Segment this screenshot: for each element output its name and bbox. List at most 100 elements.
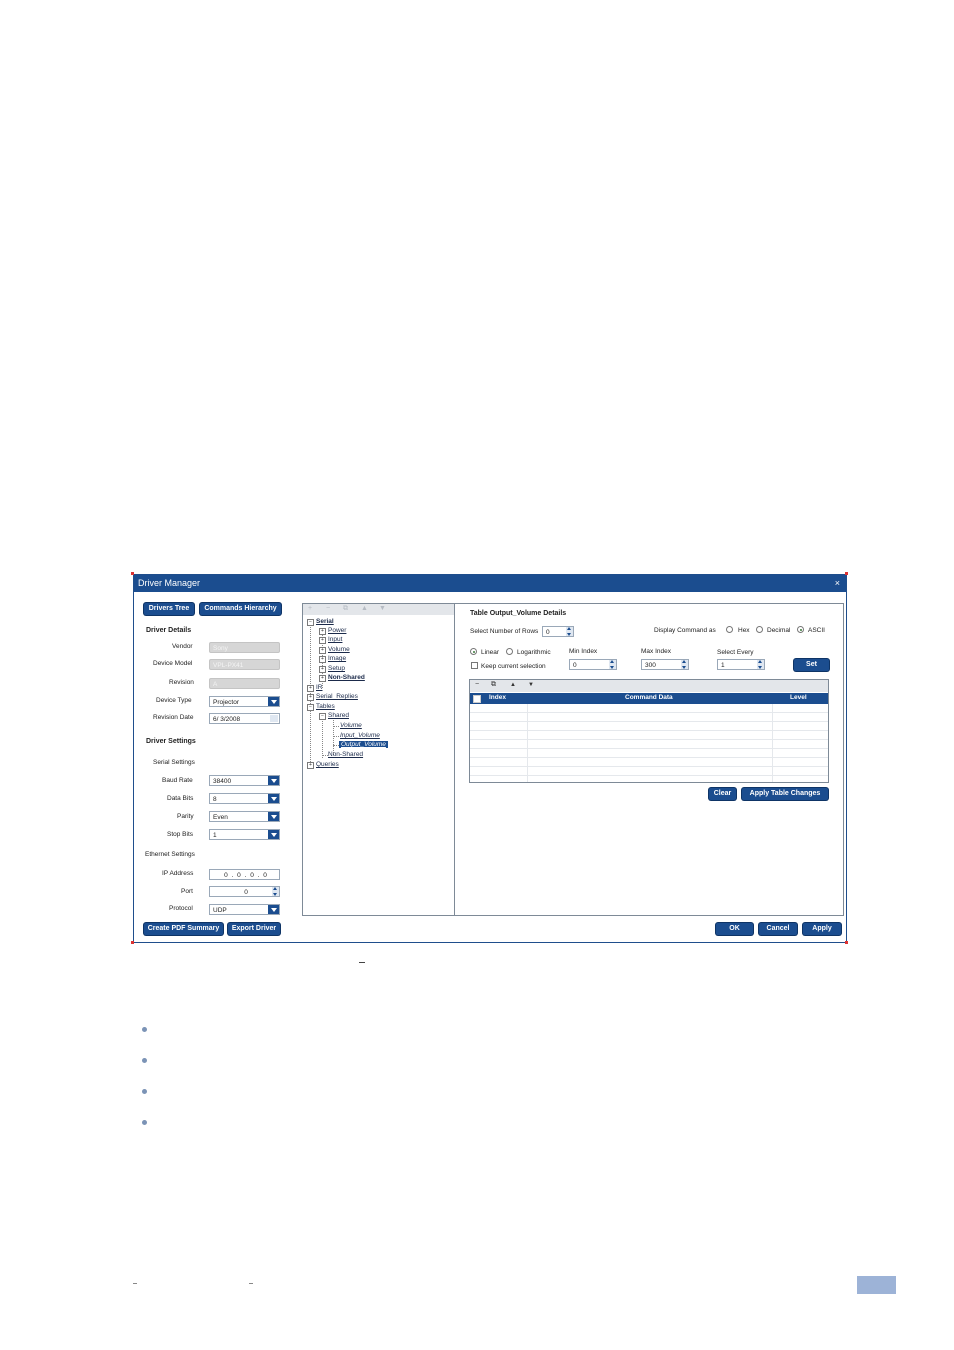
commands-hierarchy-tab[interactable]: Commands Hierarchy: [200, 603, 281, 615]
close-icon[interactable]: ×: [835, 575, 840, 592]
logarithmic-radio[interactable]: [506, 648, 513, 655]
tree-node-table-input-volume[interactable]: Input_Volume: [340, 732, 380, 739]
spinner-arrows-icon[interactable]: [681, 660, 688, 669]
tree-node-shared[interactable]: Shared: [328, 712, 349, 719]
ip-address-input[interactable]: 0 . 0 . 0 . 0: [209, 869, 280, 880]
calendar-dropdown-icon[interactable]: [270, 715, 278, 722]
tree-node-tables[interactable]: Tables: [316, 703, 335, 710]
window-title: Driver Manager: [138, 578, 201, 588]
move-up-icon[interactable]: ▲: [361, 605, 368, 612]
stop-bits-select[interactable]: 1: [209, 829, 280, 840]
bullet-point: [142, 1120, 147, 1125]
decimal-radio[interactable]: [756, 626, 763, 633]
linear-radio[interactable]: [470, 648, 477, 655]
max-index-value: 300: [645, 662, 656, 669]
tree-node-power[interactable]: Power: [328, 627, 346, 634]
tree-node-image[interactable]: Image: [328, 655, 346, 662]
device-model-label: Device Model: [153, 660, 193, 667]
apply-button[interactable]: Apply: [803, 923, 841, 935]
spinner-arrows-icon[interactable]: [272, 887, 279, 896]
expand-icon[interactable]: +: [319, 666, 326, 673]
hex-radio[interactable]: [726, 626, 733, 633]
ok-button[interactable]: OK: [716, 923, 753, 935]
collapse-icon[interactable]: −: [307, 704, 314, 711]
move-down-icon[interactable]: ▼: [379, 605, 386, 612]
spinner-arrows-icon[interactable]: [757, 660, 764, 669]
display-command-label: Display Command as: [654, 627, 716, 634]
table-row[interactable]: [470, 731, 828, 740]
min-index-stepper[interactable]: 0: [569, 659, 617, 670]
tree-node-volume[interactable]: Volume: [328, 646, 350, 653]
cancel-button[interactable]: Cancel: [759, 923, 797, 935]
expand-icon[interactable]: +: [319, 656, 326, 663]
remove-icon[interactable]: −: [326, 605, 330, 612]
expand-icon[interactable]: +: [319, 675, 326, 682]
create-pdf-summary-button[interactable]: Create PDF Summary: [144, 923, 223, 935]
max-index-stepper[interactable]: 300: [641, 659, 689, 670]
expand-icon[interactable]: +: [307, 685, 314, 692]
table-row[interactable]: [470, 722, 828, 731]
table-row[interactable]: [470, 740, 828, 749]
expand-icon[interactable]: +: [307, 694, 314, 701]
spinner-arrows-icon[interactable]: [609, 660, 616, 669]
tree-node-ir[interactable]: IR: [316, 684, 323, 691]
tree-node-setup[interactable]: Setup: [328, 665, 345, 672]
corner-marker: [131, 572, 134, 575]
tree-node-non-shared[interactable]: Non-Shared: [328, 674, 365, 681]
spinner-arrows-icon[interactable]: [566, 627, 573, 636]
data-bits-select[interactable]: 8: [209, 793, 280, 804]
column-header-index[interactable]: Index: [489, 694, 506, 701]
chevron-down-icon[interactable]: [268, 905, 279, 914]
column-header-command-data[interactable]: Command Data: [625, 694, 673, 701]
expand-icon[interactable]: +: [307, 762, 314, 769]
copy-icon[interactable]: ⧉: [343, 605, 348, 613]
tree-node-serial-replies[interactable]: Serial_Replies: [316, 693, 358, 700]
select-every-stepper[interactable]: 1: [717, 659, 765, 670]
clear-button[interactable]: Clear: [709, 788, 736, 800]
collapse-icon[interactable]: −: [319, 713, 326, 720]
copy-row-icon[interactable]: ⧉: [491, 681, 496, 689]
move-down-icon[interactable]: ▼: [528, 682, 534, 688]
apply-table-changes-button[interactable]: Apply Table Changes: [742, 788, 828, 800]
keep-selection-checkbox[interactable]: [471, 662, 478, 669]
table-row[interactable]: [470, 758, 828, 767]
port-stepper[interactable]: 0: [209, 886, 280, 897]
drivers-tree-pane: + − ⧉ ▲ ▼ − Serial + Power + Input + Vol…: [302, 603, 455, 916]
baud-rate-select[interactable]: 38400: [209, 775, 280, 786]
chevron-down-icon[interactable]: [268, 697, 279, 706]
table-row[interactable]: [470, 704, 828, 713]
chevron-down-icon[interactable]: [268, 794, 279, 803]
remove-row-icon[interactable]: −: [475, 681, 479, 688]
select-all-checkbox[interactable]: [473, 695, 481, 703]
parity-select[interactable]: Even: [209, 811, 280, 822]
ascii-radio[interactable]: [797, 626, 804, 633]
select-rows-stepper[interactable]: 0: [542, 626, 574, 637]
expand-icon[interactable]: +: [319, 647, 326, 654]
protocol-label: Protocol: [169, 905, 193, 912]
tree-node-input[interactable]: Input: [328, 636, 342, 643]
revision-date-picker[interactable]: 6/ 3/2008: [209, 713, 280, 724]
protocol-select[interactable]: UDP: [209, 904, 280, 915]
collapse-icon[interactable]: −: [307, 619, 314, 626]
drivers-tree-tab[interactable]: Drivers Tree: [144, 603, 194, 615]
tree-node-table-output-volume[interactable]: Output_Volume: [339, 741, 388, 748]
move-up-icon[interactable]: ▲: [510, 682, 516, 688]
chevron-down-icon[interactable]: [268, 812, 279, 821]
table-row[interactable]: [470, 749, 828, 758]
table-row[interactable]: [470, 767, 828, 776]
expand-icon[interactable]: +: [319, 628, 326, 635]
export-driver-button[interactable]: Export Driver: [228, 923, 280, 935]
select-every-label: Select Every: [717, 649, 754, 656]
tree-node-table-volume[interactable]: Volume: [340, 722, 362, 729]
chevron-down-icon[interactable]: [268, 830, 279, 839]
chevron-down-icon[interactable]: [268, 776, 279, 785]
tree-node-table-non-shared[interactable]: Non-Shared: [328, 751, 363, 758]
add-icon[interactable]: +: [308, 605, 312, 612]
expand-icon[interactable]: +: [319, 637, 326, 644]
set-button[interactable]: Set: [794, 659, 829, 671]
tree-node-queries[interactable]: Queries: [316, 761, 339, 768]
column-header-level[interactable]: Level: [790, 694, 807, 701]
device-type-select[interactable]: Projector: [209, 696, 280, 707]
table-row[interactable]: [470, 713, 828, 722]
tree-node-serial[interactable]: Serial: [316, 618, 334, 625]
